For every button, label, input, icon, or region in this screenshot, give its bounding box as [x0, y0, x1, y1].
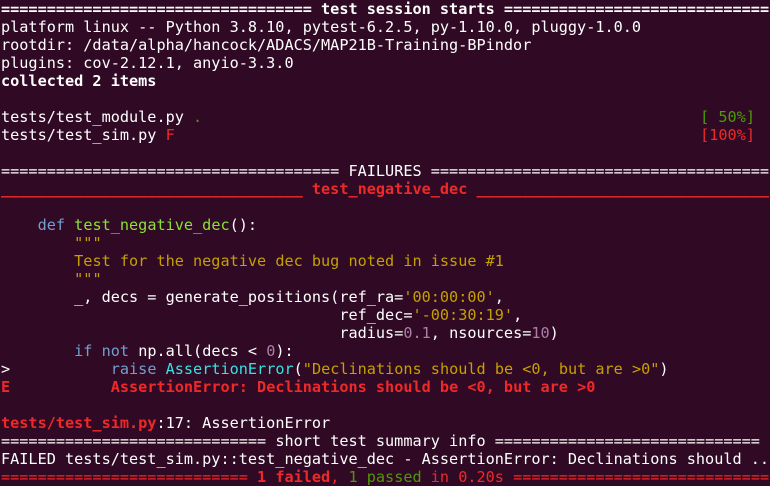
- plugins-line: plugins: cov-2.12.1, anyio-3.3.0: [1, 54, 294, 72]
- string-literal: '00:00:00': [403, 288, 495, 306]
- result-file: tests/test_sim.py: [1, 126, 166, 144]
- rule: ________________________________: [476, 180, 769, 198]
- code-text: ():: [229, 216, 258, 234]
- failure-test-name: test_negative_dec: [302, 180, 477, 198]
- code-text: , nsources=: [430, 324, 532, 342]
- code-if-line: if not np.all(decs < 0):: [1, 342, 769, 360]
- rule: _________________________________: [1, 180, 303, 198]
- result-mark: .: [193, 108, 203, 126]
- rule: ==================================: [1, 0, 312, 18]
- keyword: def: [37, 216, 66, 234]
- failure-title: _________________________________ test_n…: [1, 180, 769, 198]
- failures-header: ===================================== FA…: [1, 162, 769, 180]
- string-literal: '-00:30:19': [412, 306, 514, 324]
- code-text: ): [659, 360, 669, 378]
- exception-class: AssertionError: [165, 360, 294, 378]
- code-raise-line: > raise AssertionError("Declinations sho…: [1, 360, 769, 378]
- keyword: raise: [110, 360, 157, 378]
- error-location: tests/test_sim.py:17: AssertionError: [1, 414, 769, 432]
- function-name: test_negative_dec: [74, 216, 230, 234]
- docstring-text: Test for the negative dec bug noted in i…: [1, 252, 769, 270]
- error-marker: E: [1, 378, 11, 396]
- terminal-window[interactable]: ================================== test …: [0, 0, 770, 486]
- code-text: np.all(decs <: [129, 342, 267, 360]
- code-text: (: [293, 360, 303, 378]
- number-literal: 10: [531, 324, 550, 342]
- rule: =====================================: [430, 162, 769, 180]
- rule: =====================================: [1, 162, 340, 180]
- session-header-title: test session starts: [311, 0, 504, 18]
- rule: ============================: [503, 468, 769, 486]
- string-literal: "Declinations should be <0, but are >0": [302, 360, 660, 378]
- code-text: Test for the negative dec bug noted in i…: [74, 252, 504, 270]
- code-text: ): [549, 324, 559, 342]
- error-message: AssertionError: Declinations should be <…: [110, 378, 596, 396]
- code-text: """: [74, 234, 102, 252]
- failure-arrow: >: [1, 360, 11, 378]
- passed-count: 1 passed: [348, 468, 422, 486]
- rule: =============================: [1, 432, 267, 450]
- result-mark: F: [165, 126, 175, 144]
- duration: in 0.20s: [421, 468, 504, 486]
- rule: ==================================: [503, 0, 769, 18]
- number-literal: 0: [266, 342, 276, 360]
- result-progress: [ 50%]: [700, 108, 755, 126]
- code-text: ,: [513, 306, 523, 324]
- summary-failed-line: FAILED tests/test_sim.py::test_negative_…: [1, 450, 769, 468]
- rule: ===========================: [1, 468, 258, 486]
- summary-title: short test summary info: [266, 432, 495, 450]
- result-row-sim: tests/test_sim.py F [100%]: [1, 126, 769, 144]
- failures-title: FAILURES: [339, 162, 431, 180]
- result-file: tests/test_module.py: [1, 108, 194, 126]
- code-text: ,: [494, 288, 504, 306]
- code-def-line: def test_negative_dec():: [1, 216, 769, 234]
- code-text: """: [74, 270, 102, 288]
- code-text: ref_dec=: [339, 306, 413, 324]
- summary-header: ============================= short test…: [1, 432, 769, 450]
- code-text: _, decs = generate_positions(ref_ra=: [74, 288, 404, 306]
- docstring-close: """: [1, 270, 769, 288]
- code-call-line-1: _, decs = generate_positions(ref_ra='00:…: [1, 288, 769, 306]
- code-call-line-2: ref_dec='-00:30:19',: [1, 306, 769, 324]
- code-text: radius=: [339, 324, 404, 342]
- code-text: ):: [275, 342, 294, 360]
- error-line: E AssertionError: Declinations should be…: [1, 378, 769, 396]
- session-header: ================================== test …: [1, 0, 769, 18]
- keyword: not: [101, 342, 130, 360]
- docstring-open: """: [1, 234, 769, 252]
- code-call-line-3: radius=0.1, nsources=10): [1, 324, 769, 342]
- rule: =============================: [494, 432, 760, 450]
- rootdir-line: rootdir: /data/alpha/hancock/ADACS/MAP21…: [1, 36, 532, 54]
- result-progress: [100%]: [700, 126, 755, 144]
- platform-line: platform linux -- Python 3.8.10, pytest-…: [1, 18, 642, 36]
- failed-count: 1 failed: [257, 468, 331, 486]
- error-location-text: :17: AssertionError: [156, 414, 331, 432]
- final-result-line: =========================== 1 failed, 1 …: [1, 468, 769, 486]
- separator: ,: [330, 468, 349, 486]
- number-literal: 0.1: [403, 324, 431, 342]
- collected-line: collected 2 items: [1, 72, 157, 90]
- result-row-module: tests/test_module.py . [ 50%]: [1, 108, 769, 126]
- error-file-path: tests/test_sim.py: [1, 414, 157, 432]
- keyword: if: [74, 342, 93, 360]
